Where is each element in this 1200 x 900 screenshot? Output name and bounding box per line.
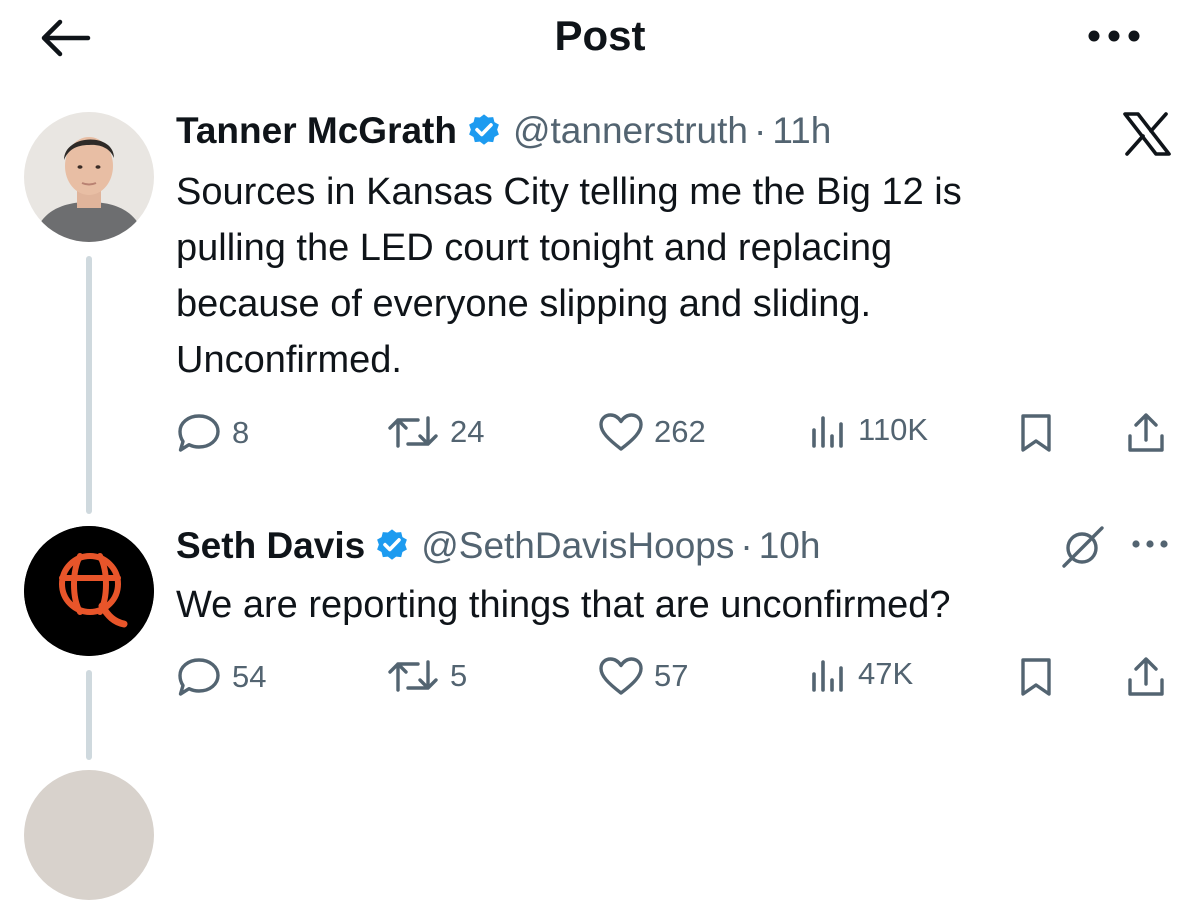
author-name[interactable]: Seth Davis	[176, 524, 365, 568]
like-button[interactable]: 57	[598, 656, 688, 696]
thread-connector-line	[86, 256, 92, 514]
post-text-line: Sources in Kansas City telling me the Bi…	[176, 171, 962, 213]
post-text-line: We are reporting things that are unconfi…	[176, 584, 951, 626]
bookmark-button[interactable]	[1018, 656, 1054, 698]
avatar-next-post[interactable]	[24, 770, 154, 900]
post-timestamp[interactable]: 11h	[772, 109, 831, 153]
repost-count: 5	[450, 658, 468, 693]
share-icon	[1128, 657, 1164, 696]
page-title: Post	[554, 12, 646, 59]
repost-icon	[388, 416, 438, 448]
like-button[interactable]: 262	[598, 412, 706, 452]
verified-badge-icon	[469, 114, 499, 145]
separator-dot: ·	[753, 110, 767, 151]
reply-count: 54	[232, 659, 267, 694]
views-button[interactable]: 47K	[808, 656, 913, 692]
repost-count: 24	[450, 414, 485, 449]
bookmark-icon	[1021, 414, 1051, 452]
thread-connector-line	[86, 670, 92, 760]
share-button[interactable]	[1126, 412, 1166, 454]
post-text-line: because of everyone slipping and sliding…	[176, 283, 872, 325]
views-button[interactable]: 110K	[808, 412, 928, 448]
verified-badge-icon	[377, 529, 408, 560]
heart-icon	[599, 413, 643, 451]
more-dots-icon	[1132, 540, 1168, 548]
more-options-button[interactable]	[1084, 26, 1144, 46]
like-count: 262	[654, 414, 706, 449]
author-name[interactable]: Tanner McGrath	[176, 109, 457, 153]
post-actions-bar: 54 5 57 47K	[176, 656, 1176, 700]
repost-button[interactable]: 24	[386, 412, 484, 452]
post-text-line: pulling the LED court tonight and replac…	[176, 227, 893, 269]
heart-icon	[599, 657, 643, 695]
bookmark-button[interactable]	[1018, 412, 1054, 454]
views-chart-icon	[812, 660, 843, 692]
views-count: 47K	[858, 656, 914, 691]
views-count: 110K	[858, 412, 929, 447]
separator-dot: ·	[740, 525, 753, 566]
more-dots-icon	[1088, 30, 1140, 42]
x-logo-icon	[1122, 112, 1172, 156]
post-author-row: Tanner McGrath @tannerstruth · 11h	[176, 109, 831, 153]
post-actions-bar: 8 24 262 110K	[176, 412, 1176, 456]
grok-icon[interactable]	[1058, 524, 1108, 570]
bookmark-icon	[1021, 658, 1051, 696]
post-author-row: Seth Davis @SethDavisHoops · 10h	[176, 524, 820, 568]
reply-icon	[178, 658, 220, 696]
reply-button[interactable]: 54	[176, 656, 266, 698]
post-text: Sources in Kansas City telling me the Bi…	[176, 164, 1156, 388]
post-timestamp[interactable]: 10h	[759, 524, 821, 568]
author-handle[interactable]: @SethDavisHoops	[421, 524, 734, 568]
repost-icon	[388, 660, 438, 692]
like-count: 57	[654, 658, 689, 693]
reply-button[interactable]: 8	[176, 412, 249, 454]
share-button[interactable]	[1126, 656, 1166, 698]
share-icon	[1128, 413, 1164, 452]
post-text: We are reporting things that are unconfi…	[176, 577, 1156, 633]
post-text-line: Unconfirmed.	[176, 339, 402, 381]
repost-button[interactable]: 5	[386, 656, 467, 696]
avatar-seth-davis[interactable]	[24, 526, 154, 656]
avatar-tanner-mcgrath[interactable]	[24, 112, 154, 242]
post-more-button[interactable]	[1128, 536, 1172, 552]
views-chart-icon	[812, 416, 843, 448]
reply-icon	[178, 414, 220, 452]
author-handle[interactable]: @tannerstruth	[513, 109, 748, 153]
reply-count: 8	[232, 415, 250, 450]
